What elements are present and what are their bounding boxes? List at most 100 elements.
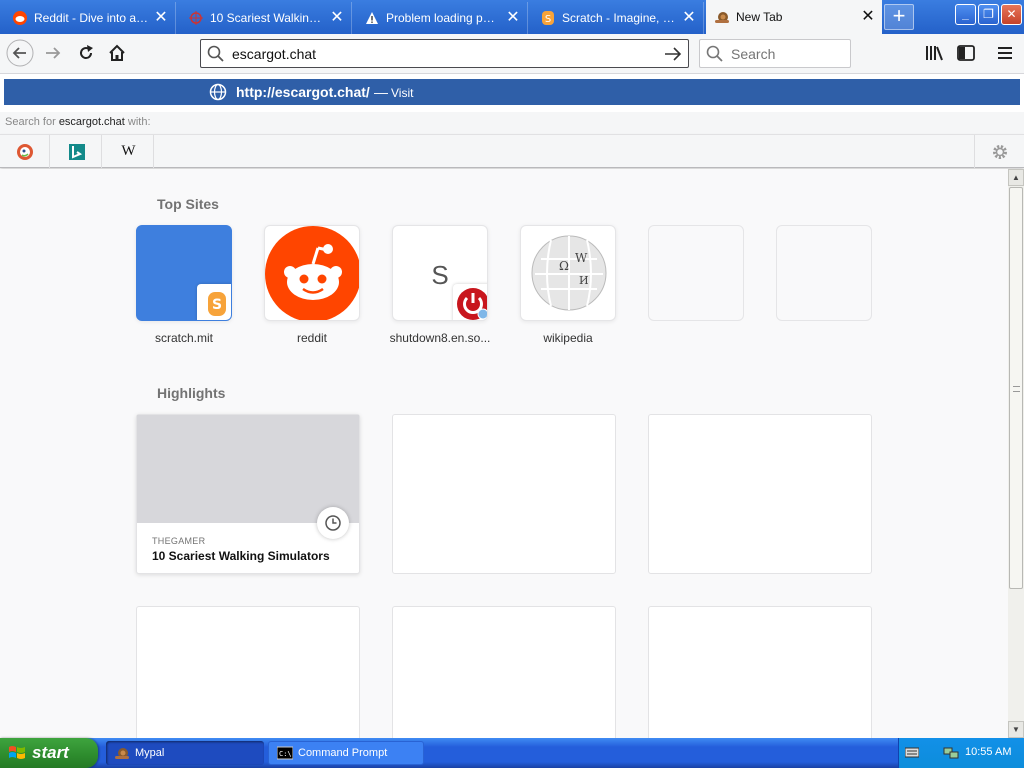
autocomplete-url: http://escargot.chat/ [236,84,370,100]
search-settings-button[interactable] [974,135,1024,168]
engine-duckduckgo[interactable] [0,135,50,168]
keyboard-icon[interactable] [904,746,920,761]
highlight-empty [136,606,360,738]
engine-bing[interactable] [52,135,102,168]
top-site-label: reddit [296,331,328,345]
highlight-empty [392,414,616,574]
home-button[interactable] [103,39,131,67]
reddit-icon [12,10,28,26]
autocomplete-visit-row[interactable]: http://escargot.chat/ — Visit [4,79,1020,105]
search-icon [706,45,724,66]
taskbar-label: Command Prompt [298,747,388,759]
warning-icon [364,10,380,26]
svg-text:C:\: C:\ [279,750,292,758]
close-tab-icon[interactable]: ✕ [681,10,697,26]
tab-reddit[interactable]: Reddit - Dive into anything ✕ [4,2,176,34]
back-button[interactable] [6,39,34,67]
search-icon [207,45,225,66]
new-tab-button[interactable]: + [884,4,914,30]
highlights-heading: Highlights [157,385,226,401]
library-icon [926,46,943,61]
top-site-label: scratch.mit [154,331,213,345]
reload-icon [80,45,93,59]
wikipedia-globe-icon: Ω W И [531,235,607,311]
url-input[interactable] [232,43,652,65]
duckduckgo-icon [16,143,33,160]
url-bar[interactable] [200,39,689,68]
wikipedia-icon: W [121,143,136,159]
svg-text:S: S [212,297,222,313]
snail-icon [714,9,730,25]
start-button[interactable]: start [0,738,98,768]
navigation-toolbar [0,34,1024,74]
sidebar-button[interactable] [952,39,980,67]
highlight-title: 10 Scariest Walking Simulators [152,549,330,563]
search-for-label: Search for escargot.chat with: [0,112,1024,134]
search-input[interactable] [731,43,845,65]
search-for-prefix: Search for [5,116,56,128]
svg-text:И: И [579,274,589,287]
scroll-down-button[interactable]: ▼ [1008,721,1024,738]
tab-scratch[interactable]: S Scratch - Imagine, Program, Share ✕ [532,2,704,34]
top-site-empty [776,225,872,321]
highlight-empty [648,606,872,738]
reload-button[interactable] [72,39,100,67]
go-arrow-icon[interactable] [664,45,682,66]
top-site-scratch[interactable]: S [136,225,232,321]
sidebar-icon [957,45,975,61]
hamburger-menu-icon [998,47,1012,59]
tab-strip: Reddit - Dive into anything ✕ 10 Scaries… [0,0,1024,34]
scratch-icon: S [540,10,556,26]
close-tab-icon[interactable]: ✕ [153,10,169,26]
top-site-empty [648,225,744,321]
network-icon[interactable] [943,745,959,764]
tab-title: Scratch - Imagine, Program, Share [562,11,677,25]
one-off-search-engines: W [0,134,1024,168]
close-tab-icon[interactable]: ✕ [329,10,345,26]
top-site-reddit[interactable] [264,225,360,321]
start-label: start [32,743,69,762]
highlight-thumbnail [137,415,359,523]
svg-text:S: S [545,14,551,25]
top-site-wikipedia[interactable]: Ω W И [520,225,616,321]
scroll-up-button[interactable]: ▲ [1008,169,1024,186]
taskbar-command-prompt[interactable]: C:\ Command Prompt [268,741,424,765]
top-sites-heading: Top Sites [157,196,219,212]
tab-title: Reddit - Dive into anything [34,11,149,25]
close-tab-icon[interactable]: ✕ [505,10,521,26]
back-arrow-icon [6,39,34,67]
tab-new-tab[interactable]: New Tab ✕ [706,0,882,34]
top-site-shutdown8[interactable]: S [392,225,488,321]
library-button[interactable] [920,39,948,67]
forward-arrow-icon [46,47,61,59]
autocomplete-action: Visit [391,86,414,100]
system-tray: 10:55 AM [898,738,1024,768]
cmd-icon: C:\ [277,745,293,761]
restore-button[interactable]: ❐ [978,4,999,25]
forward-button[interactable] [39,39,67,67]
svg-text:Ω: Ω [559,259,569,273]
scratch-icon: S [197,284,231,320]
search-bar[interactable] [699,39,851,68]
highlight-empty [648,414,872,574]
tab-title: Problem loading page [386,11,501,25]
menu-button[interactable] [991,39,1019,67]
highlight-empty [392,606,616,738]
search-for-suffix: with: [127,116,151,128]
scroll-thumb[interactable] [1009,187,1023,589]
highlight-card[interactable]: THEGAMER 10 Scariest Walking Simulators [136,414,360,574]
page-scrollbar[interactable]: ▲ ▼ [1008,169,1024,738]
close-window-button[interactable]: ✕ [1001,4,1022,25]
close-tab-icon[interactable]: ✕ [860,9,876,25]
top-site-label: wikipedia [543,331,593,345]
engine-wikipedia[interactable]: W [104,135,154,168]
highlight-source: THEGAMER [152,536,206,546]
tab-walking-simulators[interactable]: 10 Scariest Walking Simulators ✕ [180,2,352,34]
clock-time: 10:55 AM [965,746,1012,758]
minimize-button[interactable]: _ [955,4,976,25]
tab-problem-loading[interactable]: Problem loading page ✕ [356,2,528,34]
taskbar-mypal[interactable]: Mypal [106,741,264,765]
windows-logo-icon [9,746,25,759]
tab-title: New Tab [736,10,783,24]
shutdown-icon [453,284,487,320]
